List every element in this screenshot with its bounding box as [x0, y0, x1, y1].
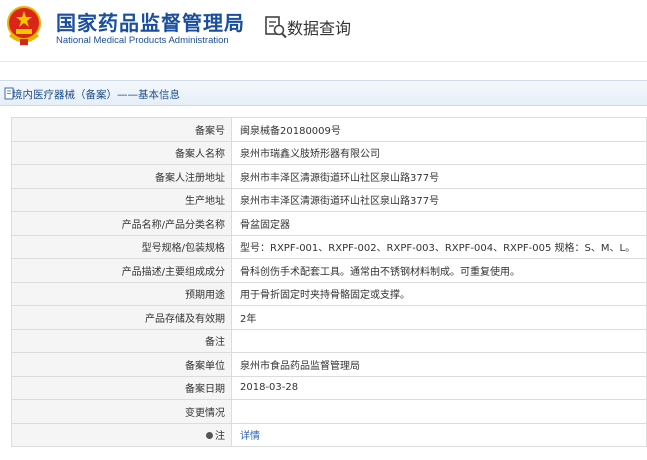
row-label: 产品名称/产品分类名称 — [11, 211, 232, 236]
row-label: 产品存储及有效期 — [11, 305, 232, 330]
site-header: 国家药品监督管理局 National Medical Products Admi… — [0, 0, 647, 62]
table-row: 产品名称/产品分类名称 骨盆固定器 — [11, 211, 647, 236]
note-icon — [206, 431, 213, 439]
breadcrumb: 境内医疗器械（备案）——基本信息 — [0, 80, 647, 106]
row-label: 变更情况 — [11, 399, 232, 424]
row-label: 备注 — [11, 328, 232, 353]
row-label: 产品描述/主要组成成分 — [11, 258, 232, 283]
row-label: 预期用途 — [11, 281, 232, 306]
national-emblem-icon — [7, 6, 41, 45]
table-row: 备案单位 泉州市食品药品监督管理局 — [11, 352, 647, 377]
row-value: 骨盆固定器 — [231, 211, 647, 236]
row-label: 生产地址 — [11, 187, 232, 212]
table-row: 备注 — [11, 328, 647, 353]
table-row: 备案人注册地址 泉州市丰泽区清源街道环山社区泉山路377号 — [11, 164, 647, 189]
table-row: 产品存储及有效期 2年 — [11, 305, 647, 330]
details-link[interactable]: 详情 — [240, 431, 260, 442]
note-label-cell: 注 — [11, 422, 232, 447]
row-value: 泉州市食品药品监督管理局 — [231, 352, 647, 377]
row-value: 泉州市丰泽区清源街道环山社区泉山路377号 — [231, 187, 647, 212]
row-label: 注 — [215, 431, 225, 443]
detail-panel: 备案号 闽泉械备20180009号 备案人名称 泉州市瑞鑫义肢矫形器有限公司 备… — [0, 106, 647, 460]
breadcrumb-text: 境内医疗器械（备案）——基本信息 — [12, 89, 180, 101]
device-info-table: 备案号 闽泉械备20180009号 备案人名称 泉州市瑞鑫义肢矫形器有限公司 备… — [11, 117, 647, 447]
row-value: 详情 — [231, 422, 647, 447]
row-label: 备案号 — [11, 117, 232, 142]
table-row: 产品描述/主要组成成分 骨科创伤手术配套工具。通常由不锈钢材料制成。可重复使用。 — [11, 258, 647, 283]
table-row: 备案号 闽泉械备20180009号 — [11, 117, 647, 142]
table-row: 生产地址 泉州市丰泽区清源街道环山社区泉山路377号 — [11, 187, 647, 212]
row-label: 型号规格/包装规格 — [11, 234, 232, 259]
row-label: 备案人注册地址 — [11, 164, 232, 189]
table-row: 注 详情 — [11, 422, 647, 447]
table-row: 变更情况 — [11, 399, 647, 424]
site-title: 国家药品监督管理局 — [56, 11, 245, 35]
row-value: 闽泉械备20180009号 — [231, 117, 647, 142]
row-value: 2年 — [231, 305, 647, 330]
row-value — [231, 328, 647, 353]
site-title-english: National Medical Products Administration — [56, 35, 229, 46]
table-row: 预期用途 用于骨折固定时夹持骨骼固定或支撑。 — [11, 281, 647, 306]
table-row: 型号规格/包装规格 型号：RXPF-001、RXPF-002、RXPF-003、… — [11, 234, 647, 259]
row-value: 泉州市丰泽区清源街道环山社区泉山路377号 — [231, 164, 647, 189]
row-value: 型号：RXPF-001、RXPF-002、RXPF-003、RXPF-004、R… — [231, 234, 647, 259]
data-query-label[interactable]: 数据查询 — [287, 15, 351, 39]
row-value: 泉州市瑞鑫义肢矫形器有限公司 — [231, 140, 647, 165]
row-label: 备案人名称 — [11, 140, 232, 165]
row-label: 备案日期 — [11, 375, 232, 400]
row-value: 2018-03-28 — [231, 375, 647, 400]
row-value: 骨科创伤手术配套工具。通常由不锈钢材料制成。可重复使用。 — [231, 258, 647, 283]
row-value: 用于骨折固定时夹持骨骼固定或支撑。 — [231, 281, 647, 306]
table-row: 备案人名称 泉州市瑞鑫义肢矫形器有限公司 — [11, 140, 647, 165]
row-value — [231, 399, 647, 424]
table-row: 备案日期 2018-03-28 — [11, 375, 647, 400]
data-query-icon — [265, 16, 287, 39]
row-label: 备案单位 — [11, 352, 232, 377]
